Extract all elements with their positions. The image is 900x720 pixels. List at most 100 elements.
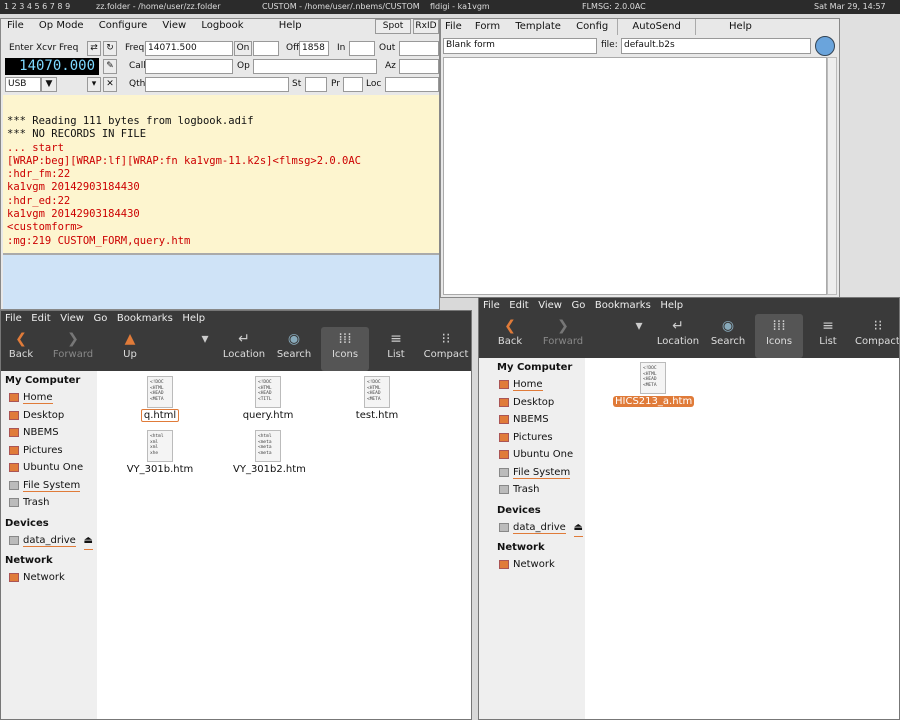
- freq-field[interactable]: 14071.500: [145, 41, 233, 56]
- flmsg-edit-area[interactable]: [443, 57, 827, 295]
- fm-left-menu-bookmarks[interactable]: Bookmarks: [117, 313, 173, 324]
- flmsg-menu-config[interactable]: Config: [570, 19, 614, 35]
- file-field[interactable]: default.b2s: [621, 38, 811, 54]
- time-off-field[interactable]: 1858: [299, 41, 329, 56]
- sidebar-item-nbems[interactable]: NBEMS: [479, 411, 585, 429]
- form-name-field[interactable]: Blank form: [443, 38, 597, 54]
- rst-in-field[interactable]: [349, 41, 375, 56]
- fldigi-menu-logbook[interactable]: Logbook: [195, 19, 249, 33]
- time-on-field[interactable]: [253, 41, 279, 56]
- az-field[interactable]: [399, 59, 439, 74]
- task-zz-folder[interactable]: zz.folder - /home/user/zz.folder: [96, 0, 221, 14]
- close-icon[interactable]: ✕: [103, 77, 117, 92]
- rst-out-field[interactable]: [399, 41, 439, 56]
- fm-right-menu-file[interactable]: File: [483, 300, 500, 311]
- sidebar-item-pictures[interactable]: Pictures: [1, 442, 97, 460]
- location-button[interactable]: ↵ Location: [655, 314, 701, 358]
- sidebar-item-pictures[interactable]: Pictures: [479, 429, 585, 447]
- sidebar-item-home[interactable]: Home: [479, 376, 585, 394]
- icons-view-button[interactable]: ⁞⁞⁞ Icons: [321, 327, 369, 371]
- flmsg-menu-autosend[interactable]: AutoSend: [617, 19, 696, 35]
- clock[interactable]: Sat Mar 29, 14:57: [814, 0, 886, 14]
- file-item[interactable]: <!DOC <HTML <HEAD <TITL query.htm: [233, 376, 303, 421]
- search-button[interactable]: ◉ Search: [275, 327, 313, 371]
- rxid-button[interactable]: RxID: [413, 19, 439, 34]
- sidebar-item-data-drive[interactable]: data_drive ⏏: [479, 519, 585, 537]
- pencil-icon[interactable]: ✎: [103, 59, 117, 74]
- sidebar-item-trash[interactable]: Trash: [479, 481, 585, 499]
- compact-view-button[interactable]: ⁝⁝ Compact: [421, 327, 471, 371]
- receive-text-pane[interactable]: *** Reading 111 bytes from logbook.adif …: [3, 95, 439, 253]
- mode-select[interactable]: USB: [5, 77, 41, 92]
- task-fldigi[interactable]: fldigi - ka1vgm: [430, 0, 570, 14]
- fm-right-menu-go[interactable]: Go: [571, 300, 585, 311]
- swap-icon[interactable]: ↻: [103, 41, 117, 56]
- history-chevron-down-icon[interactable]: ▾: [199, 327, 211, 371]
- on-button[interactable]: On: [234, 41, 252, 56]
- sidebar-item-desktop[interactable]: Desktop: [1, 407, 97, 425]
- compact-view-button[interactable]: ⁝⁝ Compact: [855, 314, 899, 358]
- list-view-button[interactable]: ≡ List: [379, 327, 413, 371]
- sidebar-item-file-system[interactable]: File System: [1, 477, 97, 495]
- qth-field[interactable]: [145, 77, 289, 92]
- sidebar-item-ubuntu-one[interactable]: Ubuntu One: [479, 446, 585, 464]
- call-field[interactable]: [145, 59, 233, 74]
- back-button[interactable]: ❮ Back: [3, 327, 39, 371]
- flmsg-scrollbar[interactable]: [827, 57, 837, 295]
- pr-field[interactable]: [343, 77, 363, 92]
- sidebar-item-nbems[interactable]: NBEMS: [1, 424, 97, 442]
- fm-right-file-area[interactable]: <!DOC <HTML <HEAD <META HICS213_a.htm: [585, 358, 899, 719]
- history-chevron-down-icon[interactable]: ▾: [633, 314, 645, 358]
- transmit-text-pane[interactable]: [3, 253, 439, 309]
- sidebar-item-ubuntu-one[interactable]: Ubuntu One: [1, 459, 97, 477]
- eject-icon[interactable]: ⏏: [573, 519, 583, 537]
- flmsg-menu-help[interactable]: Help: [699, 19, 768, 35]
- fm-left-menu-go[interactable]: Go: [93, 313, 107, 324]
- fldigi-menu-configure[interactable]: Configure: [93, 19, 153, 33]
- sidebar-item-desktop[interactable]: Desktop: [479, 394, 585, 412]
- fldigi-menu-opmode[interactable]: Op Mode: [33, 19, 90, 33]
- fm-right-menu-bookmarks[interactable]: Bookmarks: [595, 300, 651, 311]
- task-custom-folder[interactable]: CUSTOM - /home/user/.nbems/CUSTOM: [262, 0, 420, 14]
- sidebar-item-network[interactable]: Network: [479, 556, 585, 574]
- flmsg-menu-form[interactable]: Form: [469, 19, 506, 35]
- task-flmsg[interactable]: FLMSG: 2.0.0AC: [582, 0, 646, 14]
- location-button[interactable]: ↵ Location: [221, 327, 267, 371]
- up-button[interactable]: ▲ Up: [113, 327, 147, 371]
- file-item[interactable]: <!DOC <HTML <HEAD <META HICS213_a.htm: [613, 362, 695, 407]
- file-item[interactable]: <html xml xml xhe VY_301b.htm: [125, 430, 195, 475]
- mode-chevron-down-icon[interactable]: ▼: [41, 77, 57, 92]
- fldigi-menu-view[interactable]: View: [156, 19, 192, 33]
- eject-icon[interactable]: ⏏: [83, 532, 93, 550]
- op-field[interactable]: [253, 59, 377, 74]
- flmsg-menu-file[interactable]: File: [441, 19, 466, 35]
- file-item[interactable]: <!DOC <HTML <HEAD <META q.html: [125, 376, 195, 422]
- sidebar-item-file-system[interactable]: File System: [479, 464, 585, 482]
- fldigi-menu-help[interactable]: Help: [273, 19, 308, 33]
- fm-right-menu-view[interactable]: View: [538, 300, 562, 311]
- workspace-switcher[interactable]: 1 2 3 4 5 6 7 8 9: [4, 0, 70, 14]
- spot-checkbox[interactable]: Spot: [375, 19, 411, 34]
- sidebar-item-network[interactable]: Network: [1, 569, 97, 587]
- qsy-icon[interactable]: ⇄: [87, 41, 101, 56]
- fldigi-menu-file[interactable]: File: [1, 19, 30, 33]
- forward-button[interactable]: ❯ Forward: [51, 327, 95, 371]
- fm-left-menu-file[interactable]: File: [5, 313, 22, 324]
- loc-field[interactable]: [385, 77, 439, 92]
- st-field[interactable]: [305, 77, 327, 92]
- back-button[interactable]: ❮ Back: [493, 314, 527, 358]
- fm-left-file-area[interactable]: <!DOC <HTML <HEAD <META q.html <!DOC <HTM…: [97, 371, 471, 719]
- flmsg-menu-template[interactable]: Template: [509, 19, 567, 35]
- sidebar-item-data-drive[interactable]: data_drive ⏏: [1, 532, 97, 550]
- sidebar-item-home[interactable]: Home: [1, 389, 97, 407]
- search-button[interactable]: ◉ Search: [709, 314, 747, 358]
- file-item[interactable]: <html <meta <meta <meta VY_301b2.htm: [233, 430, 306, 475]
- fm-right-menu-help[interactable]: Help: [660, 300, 683, 311]
- bw-chevron-down-icon[interactable]: ▾: [87, 77, 101, 92]
- list-view-button[interactable]: ≡ List: [811, 314, 845, 358]
- fm-left-menu-view[interactable]: View: [60, 313, 84, 324]
- sidebar-item-trash[interactable]: Trash: [1, 494, 97, 512]
- file-item[interactable]: <!DOC <HTML <HEAD <META test.htm: [342, 376, 412, 421]
- forward-button[interactable]: ❯ Forward: [541, 314, 585, 358]
- fm-left-menu-help[interactable]: Help: [182, 313, 205, 324]
